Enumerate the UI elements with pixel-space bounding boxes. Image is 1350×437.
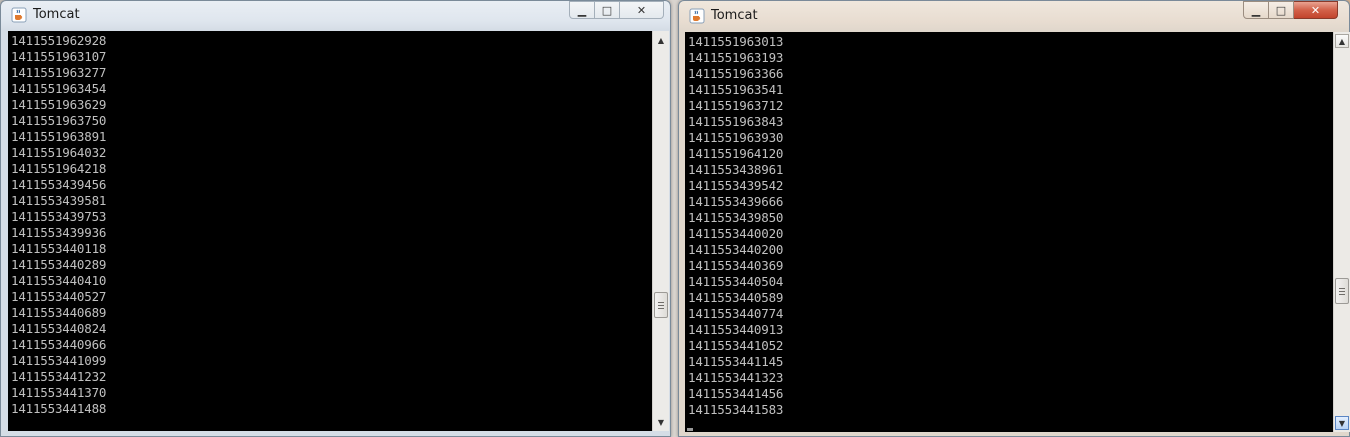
console-line: 1411551963891	[11, 129, 107, 144]
minimize-button[interactable]: ▁	[1243, 1, 1269, 19]
console-line: 1411553440824	[11, 321, 107, 336]
console-output[interactable]: 1411551963013 1411551963193 141155196336…	[685, 32, 1333, 432]
console-line: 1411553441583	[688, 402, 784, 417]
console-line: 1411551963541	[688, 82, 784, 97]
close-button[interactable]: ✕	[620, 1, 664, 19]
console-line: 1411553439581	[11, 193, 107, 208]
vertical-scrollbar[interactable]: ▲ ▼	[1333, 32, 1350, 432]
console-line: 1411553439542	[688, 178, 784, 193]
scroll-down-button[interactable]: ▼	[1335, 416, 1349, 430]
title-bar[interactable]: Tomcat ▁ □ ✕	[1, 1, 670, 29]
console-line: 1411553440200	[688, 242, 784, 257]
maximize-icon: □	[1275, 3, 1287, 17]
caption-buttons: ▁ □ ✕	[1243, 1, 1338, 19]
console-line: 1411551963930	[688, 130, 784, 145]
console-line: 1411553439753	[11, 209, 107, 224]
chevron-up-icon: ▲	[1338, 36, 1346, 46]
scroll-down-button[interactable]: ▼	[654, 415, 668, 429]
title-bar[interactable]: Tomcat ▁ □ ✕	[679, 1, 1349, 29]
scroll-up-button[interactable]: ▲	[1335, 34, 1349, 48]
console-line: 1411553438961	[688, 162, 784, 177]
console-line: 1411551963750	[11, 113, 107, 128]
console-line: 1411551963629	[11, 97, 107, 112]
maximize-button[interactable]: □	[595, 1, 620, 19]
close-button[interactable]: ✕	[1294, 1, 1338, 19]
console-line: 1411553440589	[688, 290, 784, 305]
minimize-icon: ▁	[1251, 3, 1261, 17]
caption-buttons: ▁ □ ✕	[569, 1, 664, 19]
console-line: 1411553440289	[11, 257, 107, 272]
tomcat-window-right[interactable]: Tomcat ▁ □ ✕ 1411551963013 1411551963193…	[678, 0, 1350, 437]
console-line: 1411553441488	[11, 401, 107, 416]
java-coffee-cup-icon	[11, 7, 27, 23]
grip-line	[658, 305, 664, 306]
window-title: Tomcat	[711, 8, 758, 23]
chevron-down-icon: ▼	[657, 417, 665, 427]
console-line: 1411553441323	[688, 370, 784, 385]
grip-line	[658, 308, 664, 309]
console-line: 1411553441456	[688, 386, 784, 401]
minimize-icon: ▁	[577, 3, 587, 17]
console-line: 1411553440118	[11, 241, 107, 256]
console-line: 1411553439456	[11, 177, 107, 192]
console-line: 1411551963107	[11, 49, 107, 64]
console-line: 1411551964218	[11, 161, 107, 176]
console-line: 1411553441052	[688, 338, 784, 353]
console-line: 1411551963277	[11, 65, 107, 80]
close-icon: ✕	[636, 3, 647, 17]
console-line: 1411551963712	[688, 98, 784, 113]
scrollbar-thumb[interactable]	[654, 292, 668, 318]
console-line: 1411553440504	[688, 274, 784, 289]
console-line: 1411551963193	[688, 50, 784, 65]
horizontal-scroll-indicator	[687, 428, 693, 431]
minimize-button[interactable]: ▁	[569, 1, 595, 19]
chevron-up-icon: ▲	[657, 35, 665, 45]
console-line: 1411553440369	[688, 258, 784, 273]
vertical-scrollbar[interactable]: ▲ ▼	[652, 31, 669, 431]
maximize-button[interactable]: □	[1269, 1, 1294, 19]
maximize-icon: □	[601, 3, 613, 17]
console-line: 1411553440774	[688, 306, 784, 321]
console-line: 1411553440689	[11, 305, 107, 320]
scroll-up-button[interactable]: ▲	[654, 33, 668, 47]
console-line: 1411553440410	[11, 273, 107, 288]
console-line: 1411551963843	[688, 114, 784, 129]
console-line: 1411551963454	[11, 81, 107, 96]
console-line: 1411551963366	[688, 66, 784, 81]
console-line: 1411553441099	[11, 353, 107, 368]
console-line: 1411553439936	[11, 225, 107, 240]
console-line: 1411553440913	[688, 322, 784, 337]
grip-line	[1339, 288, 1345, 289]
chevron-down-icon: ▼	[1338, 418, 1346, 428]
tomcat-window-left[interactable]: Tomcat ▁ □ ✕ 1411551962928 1411551963107…	[0, 0, 671, 437]
console-line: 1411553441370	[11, 385, 107, 400]
console-line: 1411551962928	[11, 33, 107, 48]
grip-line	[658, 302, 664, 303]
console-line: 1411551963013	[688, 34, 784, 49]
grip-line	[1339, 294, 1345, 295]
console-line: 1411551964032	[11, 145, 107, 160]
console-lines: 1411551962928 1411551963107 141155196327…	[11, 33, 106, 417]
close-icon: ✕	[1310, 3, 1321, 17]
console-lines: 1411551963013 1411551963193 141155196336…	[688, 34, 783, 418]
console-line: 1411553441145	[688, 354, 784, 369]
console-line: 1411553441232	[11, 369, 107, 384]
console-line: 1411551964120	[688, 146, 784, 161]
scrollbar-thumb[interactable]	[1335, 278, 1349, 304]
grip-line	[1339, 291, 1345, 292]
console-line: 1411553440527	[11, 289, 107, 304]
window-title: Tomcat	[33, 7, 80, 22]
console-output[interactable]: 1411551962928 1411551963107 141155196327…	[8, 31, 652, 431]
console-line: 1411553439666	[688, 194, 784, 209]
console-line: 1411553440966	[11, 337, 107, 352]
console-line: 1411553439850	[688, 210, 784, 225]
java-coffee-cup-icon	[689, 8, 705, 24]
console-line: 1411553440020	[688, 226, 784, 241]
